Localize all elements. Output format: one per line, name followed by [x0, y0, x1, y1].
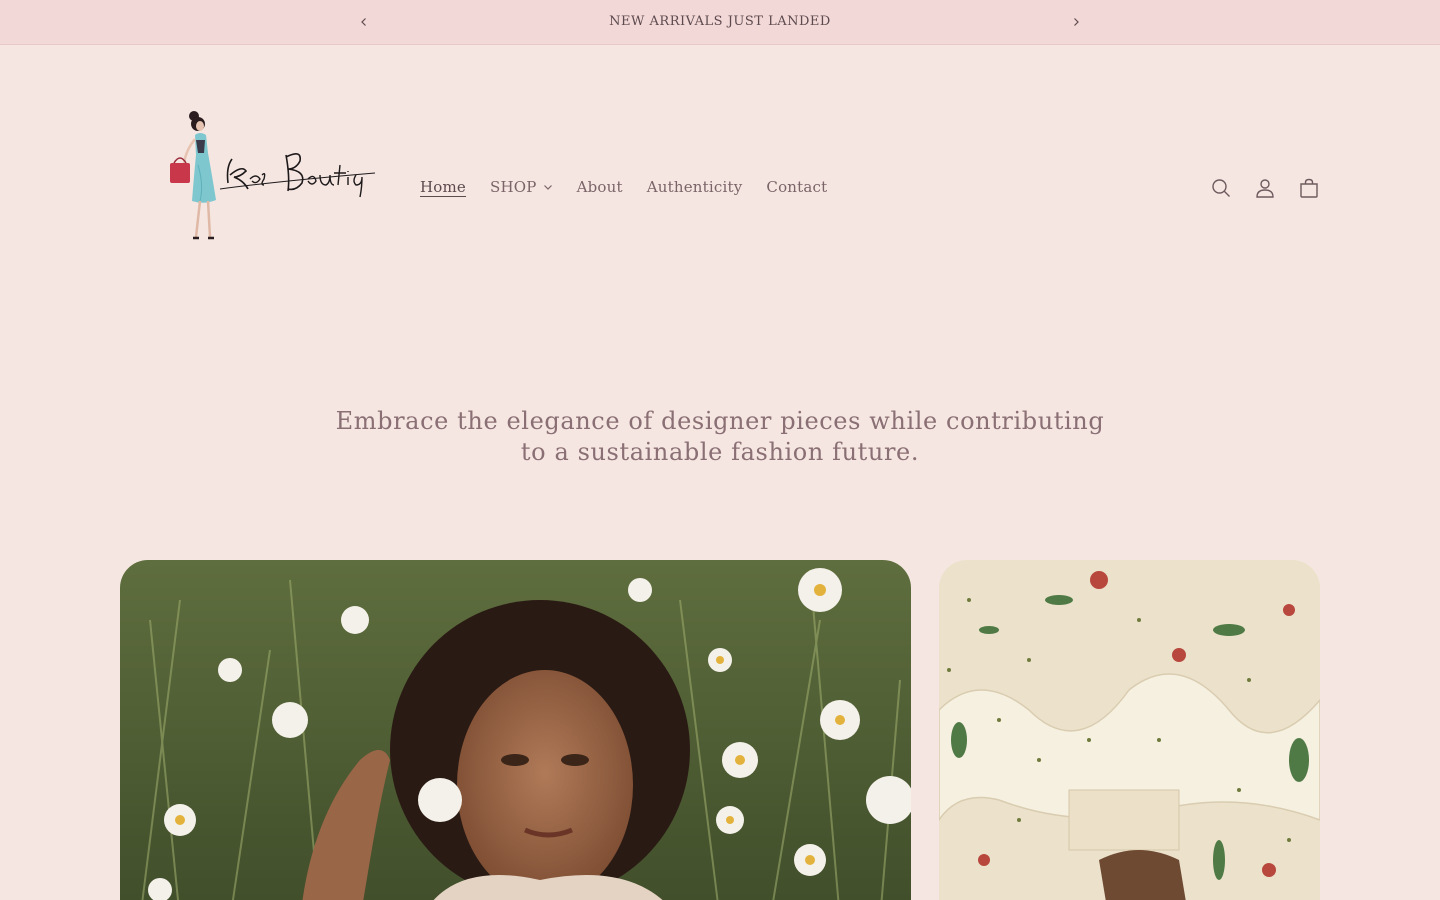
account-icon — [1256, 179, 1274, 198]
announcement-next-button[interactable] — [1066, 12, 1086, 32]
nav-about-label: About — [576, 178, 623, 196]
floral-dress-image — [939, 560, 1320, 900]
nav-home[interactable]: Home — [420, 178, 466, 196]
search-icon — [1212, 179, 1230, 197]
nav-shop[interactable]: SHOP — [490, 178, 553, 196]
chevron-right-icon — [1074, 18, 1079, 26]
logo-illustration — [170, 111, 376, 240]
cart-button[interactable] — [1293, 172, 1325, 204]
account-button[interactable] — [1249, 172, 1281, 204]
nav-home-label: Home — [420, 178, 467, 196]
announcement-bar: NEW ARRIVALS JUST LANDED — [0, 0, 1440, 45]
hero-tagline: Embrace the elegance of designer pieces … — [335, 407, 1105, 466]
nav-about[interactable]: About — [577, 178, 623, 196]
store-logo[interactable] — [160, 105, 380, 245]
nav-authenticity[interactable]: Authenticity — [647, 178, 743, 196]
nav-authenticity-label: Authenticity — [646, 178, 743, 196]
announcement-text: NEW ARRIVALS JUST LANDED — [609, 14, 831, 29]
nav-contact-label: Contact — [766, 178, 828, 196]
hero-image-left[interactable] — [120, 560, 911, 900]
cart-icon — [1300, 178, 1318, 198]
hero-image-right[interactable] — [939, 560, 1320, 900]
nav-shop-label: SHOP — [490, 178, 537, 196]
chevron-down-icon — [543, 185, 552, 190]
field-portrait-image — [120, 560, 911, 900]
search-button[interactable] — [1205, 172, 1237, 204]
nav-contact[interactable]: Contact — [766, 178, 827, 196]
main-nav: Home SHOP About Authenticity Contact — [408, 175, 851, 199]
header-icons — [1205, 172, 1337, 204]
